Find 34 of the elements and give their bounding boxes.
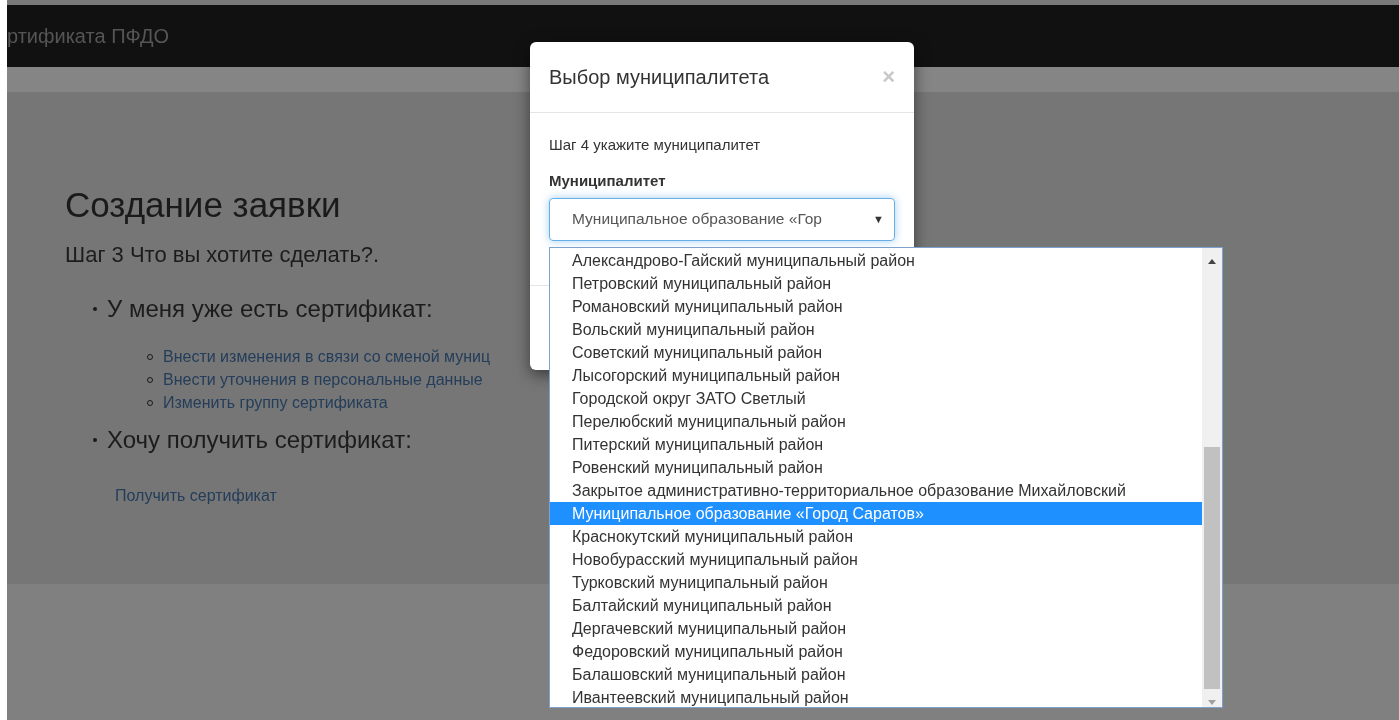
dropdown-option[interactable]: Ивантеевский муниципальный район (550, 686, 1202, 709)
municipality-select[interactable]: Муниципальное образование «Гор ▼ (549, 198, 895, 241)
field-label: Муниципалитет (549, 170, 667, 190)
dropdown-option[interactable]: Новобурасский муниципальный район (550, 548, 1202, 571)
scroll-up-icon[interactable] (1207, 257, 1217, 265)
dropdown-option[interactable]: Турковский муниципальный район (550, 571, 1202, 594)
dropdown-option[interactable]: Романовский муниципальный район (550, 295, 1202, 318)
dropdown-option[interactable]: Балтайский муниципальный район (550, 594, 1202, 617)
dropdown-option[interactable]: Советский муниципальный район (550, 341, 1202, 364)
dropdown-option[interactable]: Перелюбский муниципальный район (550, 410, 1202, 433)
dropdown-option[interactable]: Краснокутский муниципальный район (550, 525, 1202, 548)
dropdown-option[interactable]: Городской округ ЗАТО Светлый (550, 387, 1202, 410)
dropdown-option[interactable]: Петровский муниципальный район (550, 272, 1202, 295)
dialog-title: Выбор муниципалитета (549, 65, 770, 89)
dropdown-option[interactable]: Вольский муниципальный район (550, 318, 1202, 341)
section-heading: У меня уже есть сертификат: (107, 294, 433, 324)
bullet-icon (93, 438, 97, 442)
dropdown-option[interactable]: Питерский муниципальный район (550, 433, 1202, 456)
dropdown-option[interactable]: Ровенский муниципальный район (550, 456, 1202, 479)
dropdown-option[interactable]: Балашовский муниципальный район (550, 663, 1202, 686)
bullet-icon (93, 307, 97, 311)
section-heading: Хочу получить сертификат: (107, 425, 412, 455)
dropdown-option[interactable]: Закрытое административно-территориальное образование Михайловский (550, 479, 1202, 502)
scroll-thumb[interactable] (1204, 446, 1220, 690)
step-text: Шаг 4 укажите муниципалитет (549, 135, 762, 155)
page-title: Создание заявки (65, 184, 341, 226)
dropdown-option[interactable]: Александрово-Гайский муниципальный район (550, 249, 1202, 272)
dropdown-option[interactable]: Лысогорский муниципальный район (550, 364, 1202, 387)
scroll-down-icon[interactable] (1207, 699, 1217, 707)
scrollbar[interactable] (1202, 248, 1222, 707)
brand-title: ртификата ПФДО (7, 24, 170, 49)
dropdown-option[interactable]: Федоровский муниципальный район (550, 640, 1202, 663)
dropdown-option[interactable]: Дергачевский муниципальный район (550, 617, 1202, 640)
step-text: Шаг 3 Что вы хотите сделать?. (65, 241, 380, 269)
